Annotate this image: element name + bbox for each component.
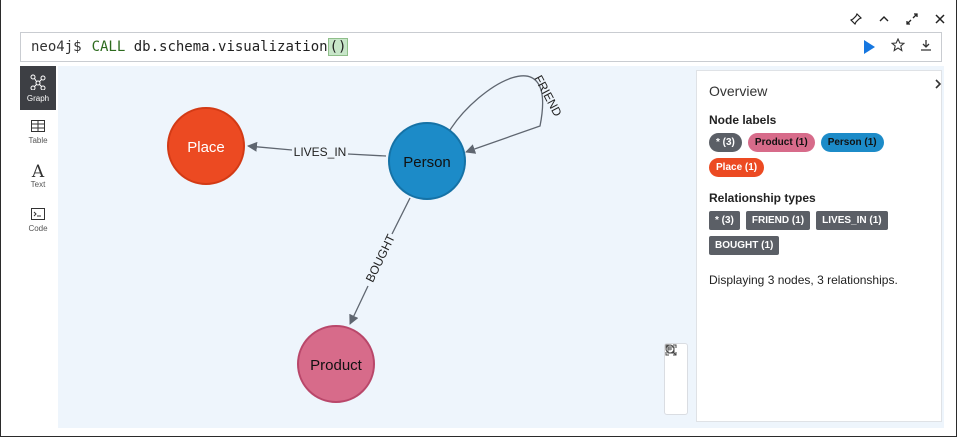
query-parens: () (327, 38, 349, 56)
edge-label-bought: BOUGHT (363, 232, 398, 285)
node-label-person: Person (403, 154, 451, 171)
play-icon (864, 40, 875, 54)
sidebar-item-code[interactable]: Code (20, 198, 56, 242)
query-procedure: db.schema.visualization (133, 39, 328, 55)
edge-friend[interactable] (449, 75, 544, 154)
node-product[interactable]: Product (297, 325, 375, 403)
close-icon[interactable] (931, 10, 949, 28)
sidebar-item-table[interactable]: Table (20, 110, 56, 154)
query-text[interactable]: CALL db.schema.visualization() (91, 38, 349, 56)
sidebar-item-label: Text (30, 179, 46, 189)
node-person[interactable]: Person (388, 122, 466, 200)
editor-prompt: neo4j$ (31, 39, 82, 55)
graph-icon (30, 74, 46, 94)
node-label-place: Place (187, 139, 225, 156)
node-label-pill-all[interactable]: * (3) (709, 133, 742, 152)
relationship-tag-all[interactable]: * (3) (709, 211, 740, 230)
download-button[interactable] (917, 38, 935, 56)
zoom-out-button[interactable] (665, 344, 687, 390)
code-icon (31, 207, 45, 224)
pin-icon[interactable] (847, 10, 865, 28)
edge-bought-arrow[interactable] (349, 285, 369, 325)
sidebar-item-label: Table (28, 135, 48, 145)
edge-bought[interactable] (391, 197, 411, 235)
relationship-tag-lives-in[interactable]: LIVES_IN (1) (816, 211, 888, 230)
favorite-button[interactable] (889, 37, 907, 56)
graph-canvas[interactable]: LIVES_IN FRIEND BOUGHT Place Person Prod… (58, 66, 944, 428)
expand-icon[interactable] (903, 10, 921, 28)
edge-label-lives-in: LIVES_IN (294, 145, 347, 159)
sidebar-item-label: Graph (26, 93, 50, 103)
relationship-types-list: * (3) FRIEND (1) LIVES_IN (1) BOUGHT (1) (709, 211, 929, 255)
query-editor[interactable]: neo4j$ CALL db.schema.visualization() (20, 32, 942, 62)
node-label-pill-product[interactable]: Product (1) (747, 133, 815, 152)
node-place[interactable]: Place (167, 107, 245, 185)
window-controls (847, 10, 949, 28)
fit-button[interactable] (665, 344, 687, 414)
overview-title: Overview (709, 83, 768, 99)
run-button[interactable] (861, 39, 877, 55)
relationship-tag-friend[interactable]: FRIEND (1) (745, 211, 811, 230)
fit-icon (665, 344, 677, 356)
star-icon (890, 37, 906, 52)
edge-lives-in[interactable] (347, 153, 387, 157)
relationship-types-heading: Relationship types (709, 191, 816, 205)
sidebar-item-label: Code (28, 223, 48, 233)
text-icon: A (31, 161, 45, 182)
node-labels-heading: Node labels (709, 113, 777, 127)
zoom-controls (664, 343, 688, 415)
node-labels-list: * (3) Product (1) Person (1) Place (1) (709, 133, 929, 177)
edge-label-friend: FRIEND (531, 73, 564, 119)
node-label-product: Product (310, 357, 363, 374)
node-label-pill-place[interactable]: Place (1) (709, 158, 765, 177)
overview-summary: Displaying 3 nodes, 3 relationships. (709, 273, 898, 287)
table-icon (31, 119, 45, 136)
sidebar-item-graph[interactable]: Graph (20, 66, 56, 110)
relationship-tag-bought[interactable]: BOUGHT (1) (709, 236, 780, 255)
node-label-pill-person[interactable]: Person (1) (820, 133, 884, 152)
view-sidebar: Graph Table A Text Code (20, 66, 56, 428)
edge-lives-in-arrow[interactable] (247, 141, 293, 152)
collapse-icon[interactable] (875, 10, 893, 28)
sidebar-item-text[interactable]: A Text (20, 154, 56, 198)
overview-panel: Overview Node labels * (3) Product (1) P… (696, 70, 942, 422)
download-icon (921, 40, 931, 51)
query-keyword: CALL (91, 39, 126, 55)
